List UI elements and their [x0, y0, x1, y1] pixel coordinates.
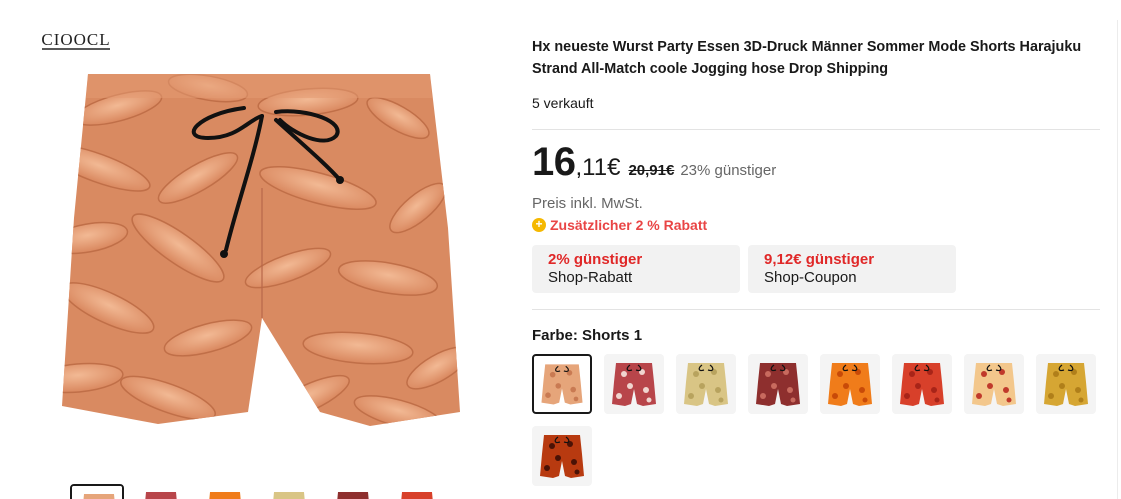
brand-logo: CIOOCL [40, 28, 112, 54]
brand-logo-text: CIOOCL [41, 30, 111, 49]
coin-plus-icon [532, 217, 546, 232]
color-selected-name: Shorts 1 [582, 327, 643, 344]
discount-percent: 23% günstiger [680, 162, 777, 179]
coupon-value: 9,12€ günstiger [764, 251, 875, 268]
color-swatch-mustard[interactable] [1036, 354, 1096, 414]
gallery-thumbnail[interactable] [326, 484, 380, 499]
sold-count: 5 verkauft [532, 95, 594, 111]
color-swatch-bacon[interactable] [604, 354, 664, 414]
product-info: Hx neueste Wurst Party Essen 3D-Druck Mä… [532, 0, 1100, 499]
coupon-label: Shop-Coupon [764, 269, 857, 286]
color-label: Farbe: Shorts 1 [532, 327, 642, 344]
product-gallery: CIOOCL [0, 0, 520, 499]
gallery-thumbnail[interactable] [262, 484, 316, 499]
shop-discount-coupon[interactable]: 2% günstiger Shop-Rabatt [532, 245, 740, 293]
color-label-prefix: Farbe: [532, 327, 578, 344]
gallery-thumbnail[interactable] [70, 484, 124, 499]
gallery-thumbnail[interactable] [134, 484, 188, 499]
divider [532, 129, 1100, 130]
original-price: 20,91€ [628, 162, 675, 179]
extra-discount-text: Zusätzlicher 2 % Rabatt [550, 217, 708, 233]
color-swatch-pizza[interactable] [964, 354, 1024, 414]
color-swatch-barbecue[interactable] [532, 426, 592, 486]
color-swatch-sausage[interactable] [532, 354, 592, 414]
gallery-thumbnail[interactable] [198, 484, 252, 499]
color-swatch-steak[interactable] [748, 354, 808, 414]
color-swatch-cheese[interactable] [676, 354, 736, 414]
gallery-thumbnail[interactable] [390, 484, 444, 499]
color-swatch-orange[interactable] [820, 354, 880, 414]
extra-discount[interactable]: Zusätzlicher 2 % Rabatt [532, 217, 707, 233]
color-swatch-chili[interactable] [892, 354, 952, 414]
main-product-image[interactable] [58, 68, 466, 434]
product-title: Hx neueste Wurst Party Essen 3D-Druck Mä… [532, 39, 1082, 77]
price-row: 16,11€ 20,91€ 23% günstiger [532, 140, 776, 190]
price-integer: 16 [532, 140, 576, 184]
coupon-value: 2% günstiger [548, 251, 643, 268]
page-edge-divider [1117, 20, 1118, 499]
divider [532, 309, 1100, 310]
tax-note: Preis inkl. MwSt. [532, 195, 643, 212]
shop-coupon[interactable]: 9,12€ günstiger Shop-Coupon [748, 245, 956, 293]
gallery-thumbnail-strip [70, 484, 460, 499]
price-decimal: ,11€ [575, 154, 621, 181]
coupon-label: Shop-Rabatt [548, 269, 633, 286]
